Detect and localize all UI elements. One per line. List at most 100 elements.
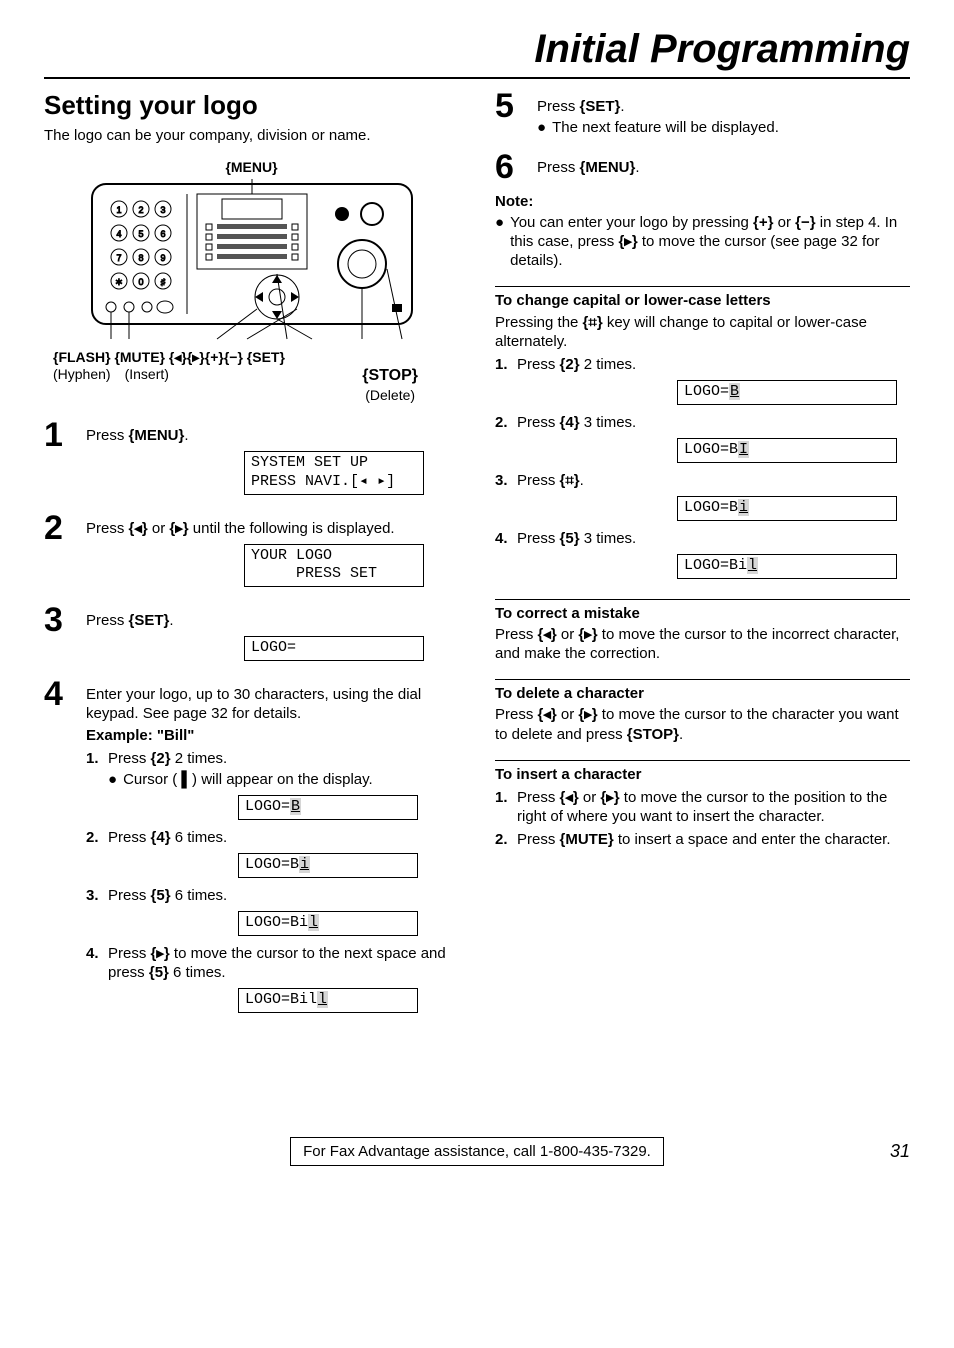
cap1-lcd: LOGO=B	[677, 380, 897, 405]
step2-or: or	[148, 520, 170, 537]
step5-a: Press	[537, 98, 580, 115]
step2-text-b: until the following is displayed.	[189, 520, 395, 537]
device-figure: {MENU} 1 2 3 4 5 6 7 8 9 ∗ 0 ♯	[44, 158, 459, 406]
cap3-lcd: LOGO=Bi	[677, 496, 897, 521]
delete-head: To delete a character	[495, 684, 910, 703]
cap-sub1: 1. Press {2} 2 times. LOGO=B	[495, 355, 910, 409]
step6-key: {MENU}	[580, 159, 636, 176]
svg-text:8: 8	[138, 253, 143, 263]
s4s4-c: 6 times.	[169, 964, 226, 981]
step3-lcd: LOGO=	[244, 636, 424, 661]
cap-head: To change capital or lower-case letters	[495, 291, 910, 310]
step-1: 1 Press {MENU}. SYSTEM SET UP PRESS NAVI…	[44, 418, 459, 499]
svg-text:0: 0	[138, 277, 143, 287]
page-number: 31	[890, 1140, 910, 1163]
step1-lcd: SYSTEM SET UP PRESS NAVI.[◂ ▸]	[244, 451, 424, 495]
section-heading: Setting your logo	[44, 89, 459, 122]
step6-a: Press	[537, 159, 580, 176]
step-num-6: 6	[495, 150, 537, 184]
step2-lcd: YOUR LOGO PRESS SET	[244, 544, 424, 588]
note-text: You can enter your logo by pressing {+} …	[510, 213, 910, 271]
s4s1-bullet: Cursor ( ▌) will appear on the display.	[123, 770, 373, 789]
step2-key2: {▸}	[169, 520, 188, 537]
svg-text:♯: ♯	[160, 277, 165, 287]
s4s3-a: Press	[108, 887, 151, 904]
step-2: 2 Press {◂} or {▸} until the following i…	[44, 511, 459, 592]
step6-b: .	[635, 159, 639, 176]
s4s3-key: {5}	[151, 887, 171, 904]
footer: For Fax Advantage assistance, call 1-800…	[44, 1137, 910, 1166]
step-num-3: 3	[44, 603, 86, 637]
step-6: 6 Press {MENU}.	[495, 150, 910, 184]
step4-sub3: 3. Press {5} 6 times. LOGO=Bil	[86, 886, 459, 940]
legend-delete: (Delete)	[362, 387, 418, 405]
left-column: Setting your logo The logo can be your c…	[44, 89, 459, 1017]
s4s3-b: 6 times.	[171, 887, 228, 904]
svg-text:1: 1	[116, 205, 121, 215]
legend-main: {FLASH} {MUTE} {◂}{▸}{+}{−} {SET}	[53, 349, 458, 367]
step4-sub4: 4. Press {▸} to move the cursor to the n…	[86, 944, 459, 1017]
step3-text-a: Press	[86, 612, 129, 629]
svg-text:2: 2	[138, 205, 143, 215]
s4s4-key2: {5}	[149, 964, 169, 981]
legend-insert: (Insert)	[125, 366, 169, 384]
s4s1-lcd: LOGO=B	[238, 795, 418, 820]
menu-label: {MENU}	[225, 159, 277, 175]
cap2-lcd: LOGO=BI	[677, 438, 897, 463]
step-num-4: 4	[44, 677, 86, 711]
step1-text-b: .	[184, 427, 188, 444]
svg-text:∗: ∗	[114, 277, 122, 288]
svg-text:5: 5	[138, 229, 143, 239]
delete-text: Press {◂} or {▸} to move the cursor to t…	[495, 705, 910, 743]
s4s2-a: Press	[108, 829, 151, 846]
correct-text: Press {◂} or {▸} to move the cursor to t…	[495, 625, 910, 663]
s4s2-b: 6 times.	[171, 829, 228, 846]
cap-sub3: 3. Press {⌗}. LOGO=Bi	[495, 471, 910, 525]
page-title: Initial Programming	[44, 24, 910, 79]
svg-text:3: 3	[160, 205, 165, 215]
step4-sub2: 2. Press {4} 6 times. LOGO=Bi	[86, 828, 459, 882]
note-label: Note:	[495, 192, 910, 211]
svg-text:7: 7	[116, 253, 121, 263]
step3-key: {SET}	[129, 612, 170, 629]
step1-text-a: Press	[86, 427, 129, 444]
s4s1-b: 2 times.	[171, 750, 228, 767]
s4s1-a: Press	[108, 750, 151, 767]
step-num-1: 1	[44, 418, 86, 452]
insert-head: To insert a character	[495, 765, 910, 784]
cap4-lcd: LOGO=Bil	[677, 554, 897, 579]
s4s4-lcd: LOGO=Bill	[238, 988, 418, 1013]
device-illustration: 1 2 3 4 5 6 7 8 9 ∗ 0 ♯	[87, 179, 417, 349]
cap-sub2: 2. Press {4} 3 times. LOGO=BI	[495, 413, 910, 467]
step5-b: .	[620, 98, 624, 115]
svg-text:4: 4	[116, 229, 121, 239]
step-num-2: 2	[44, 511, 86, 545]
step-num-5: 5	[495, 89, 537, 123]
correct-head: To correct a mistake	[495, 604, 910, 623]
step-4: 4 Enter your logo, up to 30 characters, …	[44, 677, 459, 1017]
cap-text: Pressing the {⌗} key will change to capi…	[495, 313, 910, 351]
legend-keys: {FLASH} {MUTE} {◂}{▸}{+}{−} {SET}	[53, 349, 285, 365]
s4s4-key1: {▸}	[151, 945, 170, 962]
step-3: 3 Press {SET}. LOGO=	[44, 603, 459, 665]
step4-text: Enter your logo, up to 30 characters, us…	[86, 685, 459, 723]
step4-sub1: 1. Press {2} 2 times. ●Cursor ( ▌) will …	[86, 749, 459, 824]
step5-key: {SET}	[580, 98, 621, 115]
step5-bullet: The next feature will be displayed.	[552, 118, 779, 137]
s4s2-key: {4}	[151, 829, 171, 846]
footer-box: For Fax Advantage assistance, call 1-800…	[290, 1137, 664, 1166]
section-intro: The logo can be your company, division o…	[44, 126, 459, 145]
step4-example: Example: "Bill"	[86, 726, 459, 745]
s4s3-lcd: LOGO=Bil	[238, 911, 418, 936]
legend-stop: {STOP}	[362, 366, 418, 386]
right-column: 5 Press {SET}. ●The next feature will be…	[495, 89, 910, 1017]
s4s2-lcd: LOGO=Bi	[238, 853, 418, 878]
svg-text:6: 6	[160, 229, 165, 239]
cap-sub4: 4. Press {5} 3 times. LOGO=Bil	[495, 529, 910, 583]
legend-hyphen: (Hyphen)	[53, 366, 111, 384]
s4s1-key: {2}	[151, 750, 171, 767]
insert-sub1: 1. Press {◂} or {▸} to move the cursor t…	[495, 788, 910, 826]
step3-text-b: .	[169, 612, 173, 629]
step2-text-a: Press	[86, 520, 129, 537]
insert-sub2: 2. Press {MUTE} to insert a space and en…	[495, 830, 910, 849]
